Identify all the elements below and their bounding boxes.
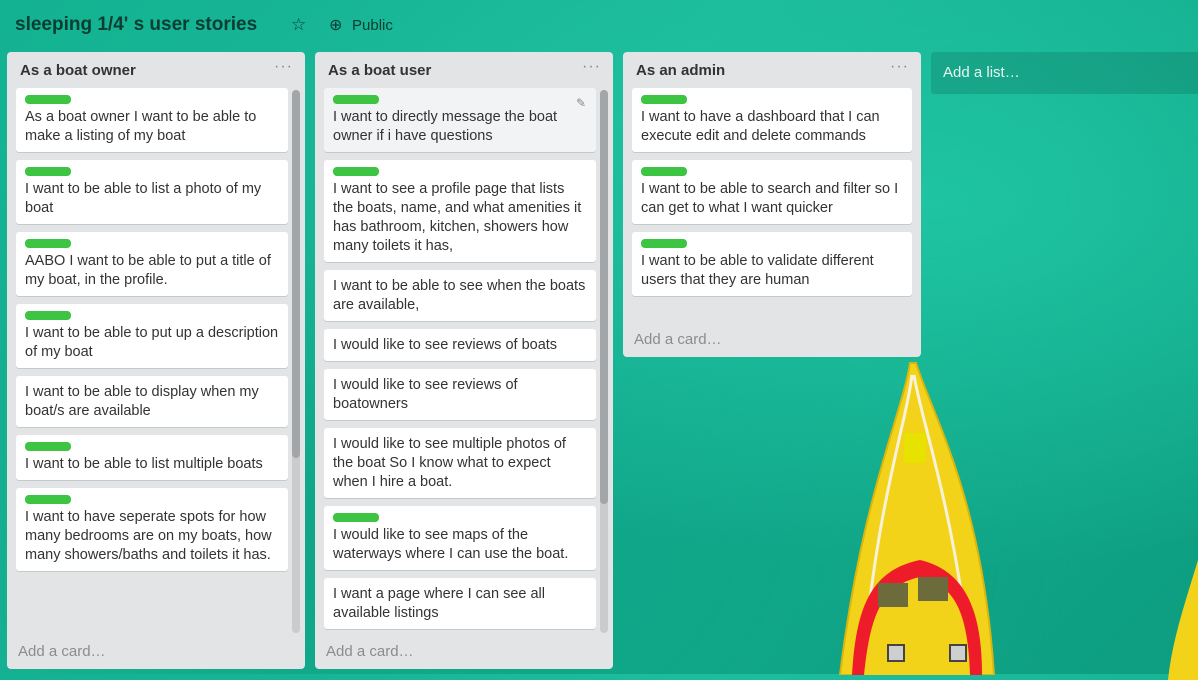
card-text: I want to directly message the boat owne…: [333, 109, 558, 144]
card-label-green: [25, 95, 71, 104]
card[interactable]: I want to have seperate spots for how ma…: [16, 488, 288, 571]
card[interactable]: I want a page where I can see all availa…: [324, 578, 596, 629]
add-card-link[interactable]: Add a card…: [634, 331, 722, 348]
scroll-thumb[interactable]: [292, 90, 300, 458]
board-title[interactable]: sleeping 1/4' s user stories: [15, 14, 257, 36]
card-label-green: [641, 239, 687, 248]
card-text: I would like to see multiple photos of t…: [333, 436, 566, 490]
card-text: I would like to see reviews of boatowner…: [333, 377, 518, 412]
card-list: I want to have a dashboard that I can ex…: [632, 88, 912, 318]
scrollbar[interactable]: [600, 90, 608, 633]
list-menu-icon[interactable]: ···: [274, 58, 293, 76]
card-text: As a boat owner I want to be able to mak…: [25, 109, 257, 144]
globe-icon[interactable]: ⊕: [329, 15, 342, 35]
card[interactable]: I want to have a dashboard that I can ex…: [632, 88, 912, 152]
board-header: sleeping 1/4' s user stories ☆ ⊕ Public: [0, 0, 1198, 52]
list-menu-icon[interactable]: ···: [890, 58, 909, 76]
list-title[interactable]: As an admin: [636, 62, 725, 79]
card-label-green: [25, 167, 71, 176]
card-label-green: [25, 442, 71, 451]
list-title[interactable]: As a boat user: [328, 62, 431, 79]
card[interactable]: I want to be able to put up a descriptio…: [16, 304, 288, 368]
card-label-green: [333, 513, 379, 522]
list-header: As an admin ···: [623, 52, 921, 88]
card-text: I want to be able to search and filter s…: [641, 181, 899, 216]
card-text: I want to have seperate spots for how ma…: [25, 509, 272, 563]
card-text: I want to see a profile page that lists …: [333, 181, 582, 254]
card[interactable]: I want to be able to list multiple boats: [16, 435, 288, 480]
list-admin: As an admin ··· I want to have a dashboa…: [623, 52, 921, 357]
card-text: I want to be able to list multiple boats: [25, 456, 263, 472]
card[interactable]: I would like to see reviews of boats: [324, 329, 596, 361]
scroll-thumb[interactable]: [600, 90, 608, 504]
card-text: I want a page where I can see all availa…: [333, 586, 545, 621]
card-label-green: [25, 239, 71, 248]
scrollbar[interactable]: [292, 90, 300, 633]
card[interactable]: I want to be able to list a photo of my …: [16, 160, 288, 224]
card-text: I want to have a dashboard that I can ex…: [641, 109, 880, 144]
card-text: I want to be able to display when my boa…: [25, 384, 259, 419]
add-card-link[interactable]: Add a card…: [18, 643, 106, 660]
list-header: As a boat user ···: [315, 52, 613, 88]
add-list-button[interactable]: Add a list…: [931, 52, 1198, 94]
add-list-label: Add a list…: [943, 64, 1020, 81]
card-list: I want to directly message the boat owne…: [324, 88, 596, 633]
card-label-green: [641, 167, 687, 176]
list-boat-owner: As a boat owner ··· As a boat owner I wa…: [7, 52, 305, 669]
card[interactable]: I would like to see multiple photos of t…: [324, 428, 596, 498]
add-card-link[interactable]: Add a card…: [326, 643, 414, 660]
card-label-green: [25, 311, 71, 320]
list-menu-icon[interactable]: ···: [582, 58, 601, 76]
card[interactable]: I want to be able to validate different …: [632, 232, 912, 296]
card[interactable]: I would like to see reviews of boatowner…: [324, 369, 596, 420]
boat-illustration-2: [1168, 560, 1198, 680]
list-title[interactable]: As a boat owner: [20, 62, 136, 79]
card[interactable]: AABO I want to be able to put a title of…: [16, 232, 288, 296]
card-text: I want to be able to put up a descriptio…: [25, 325, 279, 360]
pencil-icon[interactable]: ✎: [576, 96, 586, 110]
list-boat-user: As a boat user ··· I want to directly me…: [315, 52, 613, 669]
card[interactable]: I want to be able to display when my boa…: [16, 376, 288, 427]
card[interactable]: I want to see a profile page that lists …: [324, 160, 596, 262]
card[interactable]: I would like to see maps of the waterway…: [324, 506, 596, 570]
card-text: I want to be able to see when the boats …: [333, 278, 586, 313]
card-text: I would like to see maps of the waterway…: [333, 527, 569, 562]
card[interactable]: I want to be able to search and filter s…: [632, 160, 912, 224]
card-label-green: [333, 167, 379, 176]
list-header: As a boat owner ···: [7, 52, 305, 88]
card-text: I want to be able to validate different …: [641, 253, 874, 288]
star-icon[interactable]: ☆: [291, 15, 306, 35]
visibility-label[interactable]: Public: [352, 17, 393, 34]
card-label-green: [641, 95, 687, 104]
card-list: As a boat owner I want to be able to mak…: [16, 88, 288, 633]
boat-illustration: [838, 362, 996, 675]
card-text: I would like to see reviews of boats: [333, 337, 558, 353]
card-label-green: [333, 95, 379, 104]
card[interactable]: I want to directly message the boat owne…: [324, 88, 596, 152]
card-text: I want to be able to list a photo of my …: [25, 181, 262, 216]
card-label-green: [25, 495, 71, 504]
card[interactable]: As a boat owner I want to be able to mak…: [16, 88, 288, 152]
card[interactable]: I want to be able to see when the boats …: [324, 270, 596, 321]
card-text: AABO I want to be able to put a title of…: [25, 253, 271, 288]
